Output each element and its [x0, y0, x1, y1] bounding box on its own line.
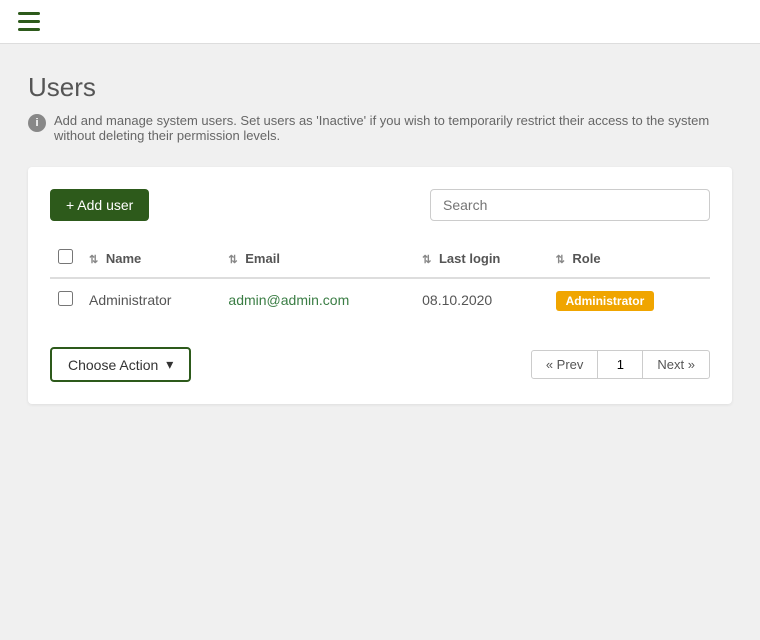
- sort-icon-name: ⇅: [89, 253, 98, 266]
- col-role: ⇅ Role: [548, 239, 710, 278]
- add-user-button[interactable]: + Add user: [50, 189, 149, 221]
- col-name: ⇅ Name: [81, 239, 220, 278]
- row-name: Administrator: [81, 278, 220, 321]
- info-row: i Add and manage system users. Set users…: [28, 113, 732, 143]
- row-role: Administrator: [548, 278, 710, 321]
- col-last-login: ⇅ Last login: [414, 239, 547, 278]
- prev-page-button[interactable]: « Prev: [531, 350, 599, 379]
- next-page-button[interactable]: Next »: [642, 350, 710, 379]
- sort-icon-role: ⇅: [556, 253, 565, 266]
- row-checkbox-cell: [50, 278, 81, 321]
- pagination: « Prev Next »: [531, 350, 710, 379]
- table-row: Administrator admin@admin.com 08.10.2020…: [50, 278, 710, 321]
- page-number-input[interactable]: [598, 350, 642, 379]
- select-all-col: [50, 239, 81, 278]
- sort-icon-last-login: ⇅: [422, 253, 431, 266]
- col-email: ⇅ Email: [220, 239, 414, 278]
- row-last-login: 08.10.2020: [414, 278, 547, 321]
- top-bar: [0, 0, 760, 44]
- table-body: Administrator admin@admin.com 08.10.2020…: [50, 278, 710, 321]
- page-content: Users i Add and manage system users. Set…: [0, 44, 760, 424]
- search-input[interactable]: [430, 189, 710, 221]
- users-table: ⇅ Name ⇅ Email ⇅ Last login ⇅ Role: [50, 239, 710, 321]
- hamburger-menu[interactable]: [18, 12, 40, 31]
- info-icon: i: [28, 114, 46, 132]
- card-top: + Add user: [50, 189, 710, 221]
- choose-action-button[interactable]: Choose Action ▾: [50, 347, 191, 382]
- row-checkbox[interactable]: [58, 291, 73, 306]
- choose-action-label: Choose Action: [68, 357, 158, 373]
- sort-icon-email: ⇅: [228, 253, 237, 266]
- dropdown-arrow-icon: ▾: [166, 356, 173, 373]
- role-badge: Administrator: [556, 291, 655, 311]
- info-text: Add and manage system users. Set users a…: [54, 113, 732, 143]
- row-email: admin@admin.com: [220, 278, 414, 321]
- page-title: Users: [28, 72, 732, 103]
- users-card: + Add user ⇅ Name ⇅ Email: [28, 167, 732, 404]
- select-all-checkbox[interactable]: [58, 249, 73, 264]
- card-bottom: Choose Action ▾ « Prev Next »: [50, 337, 710, 382]
- table-header: ⇅ Name ⇅ Email ⇅ Last login ⇅ Role: [50, 239, 710, 278]
